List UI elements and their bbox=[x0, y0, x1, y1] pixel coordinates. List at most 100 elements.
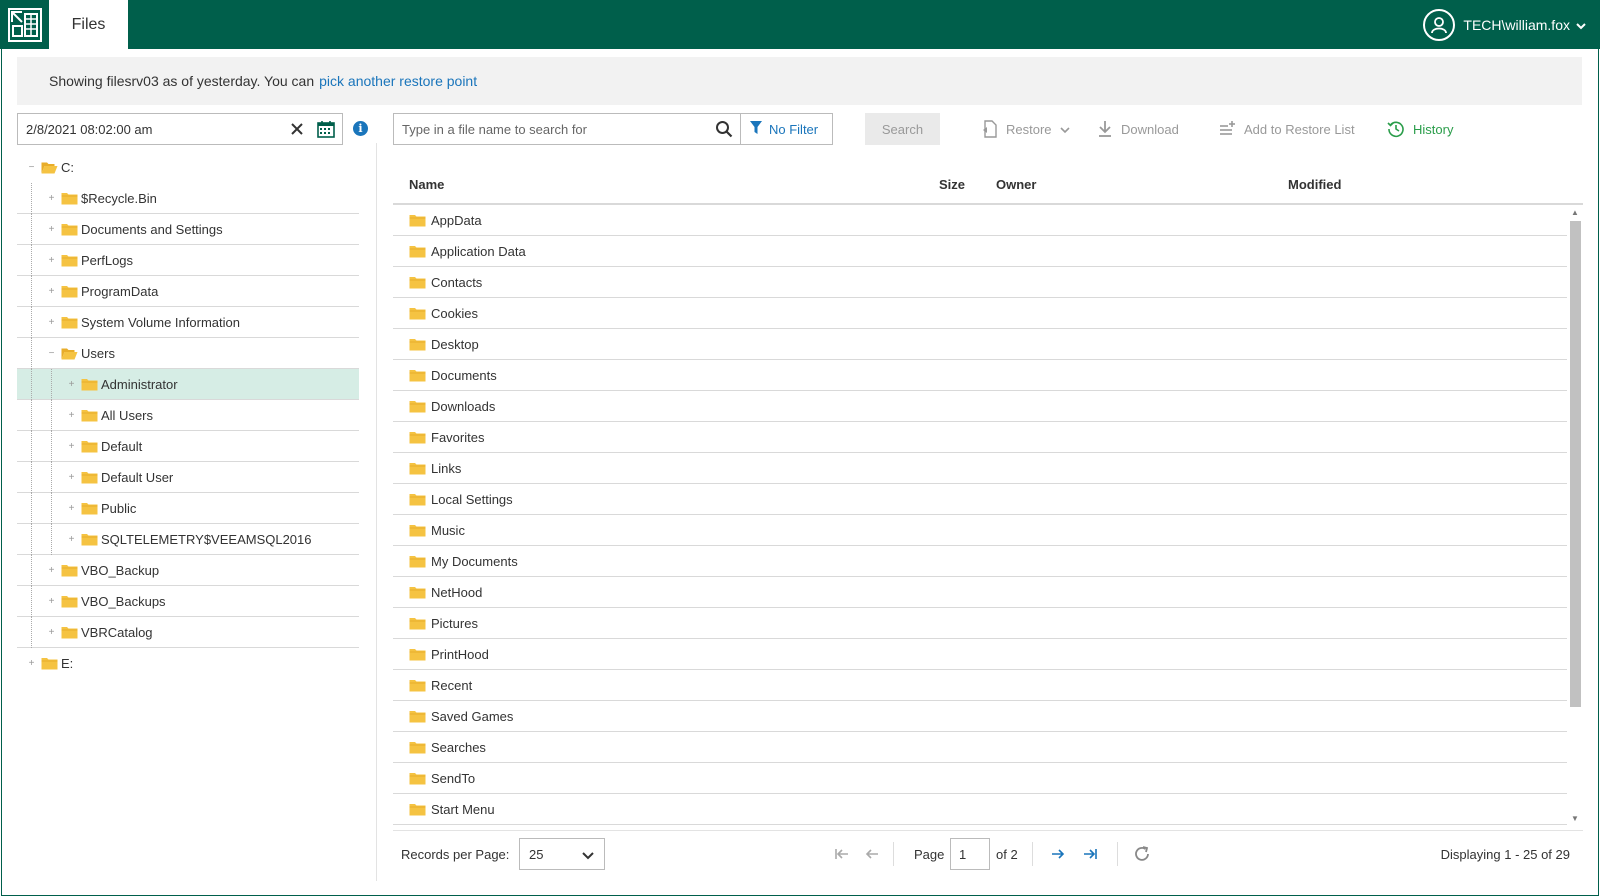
expand-icon[interactable]: + bbox=[47, 224, 56, 234]
tree-item[interactable]: + VBO_Backup bbox=[17, 555, 359, 586]
table-row[interactable]: Favorites bbox=[393, 422, 1567, 453]
expand-icon[interactable]: + bbox=[47, 596, 56, 606]
table-row[interactable]: Recent bbox=[393, 670, 1567, 701]
scroll-down-icon[interactable]: ▼ bbox=[1567, 811, 1583, 825]
table-row[interactable]: Documents bbox=[393, 360, 1567, 391]
expand-icon[interactable]: + bbox=[47, 317, 56, 327]
file-search-input[interactable] bbox=[394, 114, 714, 144]
table-row[interactable]: Downloads bbox=[393, 391, 1567, 422]
tree-item[interactable]: − C: bbox=[17, 152, 359, 183]
tab-files[interactable]: Files bbox=[49, 0, 128, 49]
tree-item[interactable]: + Default User bbox=[17, 462, 359, 493]
scroll-up-icon[interactable]: ▲ bbox=[1567, 205, 1583, 219]
tree-guide-line bbox=[31, 462, 32, 493]
user-menu[interactable]: TECH\william.fox bbox=[1423, 0, 1586, 49]
table-row[interactable]: SendTo bbox=[393, 763, 1567, 794]
expand-icon[interactable]: + bbox=[47, 193, 56, 203]
tree-item[interactable]: − Users bbox=[17, 338, 359, 369]
tree-item-label: Default bbox=[101, 438, 143, 454]
column-owner[interactable]: Owner bbox=[996, 177, 1036, 192]
tree-item[interactable]: + VBO_Backups bbox=[17, 586, 359, 617]
column-modified[interactable]: Modified bbox=[1288, 177, 1341, 192]
scroll-thumb[interactable] bbox=[1570, 221, 1581, 707]
column-name[interactable]: Name bbox=[409, 177, 444, 192]
restore-point-datetime-field[interactable]: 2/8/2021 08:02:00 am bbox=[17, 113, 343, 145]
search-icon[interactable] bbox=[714, 119, 734, 139]
tree-item[interactable]: + Administrator bbox=[17, 369, 359, 400]
grid-scrollbar[interactable]: ▲ ▼ bbox=[1567, 205, 1583, 825]
tree-guide-line bbox=[31, 245, 32, 276]
table-row[interactable]: My Documents bbox=[393, 546, 1567, 577]
table-row[interactable]: Start Menu bbox=[393, 794, 1567, 825]
table-row[interactable]: PrintHood bbox=[393, 639, 1567, 670]
next-page-icon[interactable] bbox=[1050, 846, 1066, 862]
table-row[interactable]: Desktop bbox=[393, 329, 1567, 360]
table-row[interactable]: Music bbox=[393, 515, 1567, 546]
expand-icon[interactable]: + bbox=[47, 627, 56, 637]
download-icon bbox=[1097, 120, 1113, 138]
table-row[interactable]: Cookies bbox=[393, 298, 1567, 329]
records-per-page-select[interactable]: 25 bbox=[519, 838, 605, 870]
table-row[interactable]: Application Data bbox=[393, 236, 1567, 267]
pick-restore-point-link[interactable]: pick another restore point bbox=[319, 73, 477, 89]
tree-item[interactable]: + Documents and Settings bbox=[17, 214, 359, 245]
history-button[interactable]: History bbox=[1387, 113, 1453, 145]
tree-item-label: Administrator bbox=[101, 376, 178, 392]
clear-icon[interactable] bbox=[288, 120, 306, 138]
expand-icon[interactable]: + bbox=[67, 534, 76, 544]
restore-icon bbox=[982, 120, 998, 138]
collapse-icon[interactable]: − bbox=[27, 163, 36, 173]
table-row[interactable]: Contacts bbox=[393, 267, 1567, 298]
add-to-restore-list-button[interactable]: Add to Restore List bbox=[1218, 113, 1355, 145]
refresh-icon[interactable] bbox=[1131, 843, 1153, 865]
page-number-input[interactable]: 1 bbox=[950, 838, 990, 870]
expand-icon[interactable]: + bbox=[67, 379, 76, 389]
download-button[interactable]: Download bbox=[1097, 113, 1179, 145]
last-page-icon[interactable] bbox=[1082, 846, 1098, 862]
tree-item[interactable]: + ProgramData bbox=[17, 276, 359, 307]
file-name: Cookies bbox=[431, 305, 478, 321]
folder-icon bbox=[409, 276, 426, 292]
tree-guide-line bbox=[31, 586, 32, 617]
filter-button[interactable]: No Filter bbox=[740, 114, 833, 144]
expand-icon[interactable]: + bbox=[67, 472, 76, 482]
expand-icon[interactable]: + bbox=[67, 410, 76, 420]
collapse-icon[interactable]: − bbox=[47, 348, 56, 358]
tree-guide-line bbox=[31, 369, 32, 400]
tree-item[interactable]: + Default bbox=[17, 431, 359, 462]
tree-item[interactable]: + $Recycle.Bin bbox=[17, 183, 359, 214]
table-row[interactable]: Links bbox=[393, 453, 1567, 484]
tree-item[interactable]: + SQLTELEMETRY$VEEAMSQL2016 bbox=[17, 524, 359, 555]
table-row[interactable]: AppData bbox=[393, 205, 1567, 236]
expand-icon[interactable]: + bbox=[67, 441, 76, 451]
file-search-box: No Filter bbox=[393, 113, 833, 145]
tree-item[interactable]: + System Volume Information bbox=[17, 307, 359, 338]
restore-button[interactable]: Restore bbox=[982, 113, 1070, 145]
previous-page-icon[interactable] bbox=[864, 846, 880, 862]
calendar-icon[interactable] bbox=[316, 119, 336, 139]
expand-icon[interactable]: + bbox=[47, 565, 56, 575]
expand-icon[interactable]: + bbox=[27, 659, 36, 669]
search-button[interactable]: Search bbox=[865, 113, 940, 145]
table-row[interactable]: NetHood bbox=[393, 577, 1567, 608]
table-row[interactable]: Searches bbox=[393, 732, 1567, 763]
tree-item[interactable]: + Public bbox=[17, 493, 359, 524]
expand-icon[interactable]: + bbox=[67, 503, 76, 513]
folder-tree: − C: + $Recycle.Bin + Documents and Settings +… bbox=[17, 152, 359, 679]
first-page-icon[interactable] bbox=[834, 846, 850, 862]
veeam-logo-icon[interactable] bbox=[0, 0, 49, 49]
tree-item[interactable]: + VBRCatalog bbox=[17, 617, 359, 648]
folder-icon bbox=[409, 772, 426, 788]
tree-item[interactable]: + PerfLogs bbox=[17, 245, 359, 276]
expand-icon[interactable]: + bbox=[47, 255, 56, 265]
info-icon[interactable]: i bbox=[353, 121, 368, 136]
file-name: Saved Games bbox=[431, 708, 514, 724]
table-row[interactable]: Local Settings bbox=[393, 484, 1567, 515]
column-size[interactable]: Size bbox=[939, 177, 965, 192]
history-icon bbox=[1387, 120, 1405, 138]
tree-item[interactable]: + E: bbox=[17, 648, 359, 679]
table-row[interactable]: Pictures bbox=[393, 608, 1567, 639]
expand-icon[interactable]: + bbox=[47, 286, 56, 296]
table-row[interactable]: Saved Games bbox=[393, 701, 1567, 732]
tree-item[interactable]: + All Users bbox=[17, 400, 359, 431]
